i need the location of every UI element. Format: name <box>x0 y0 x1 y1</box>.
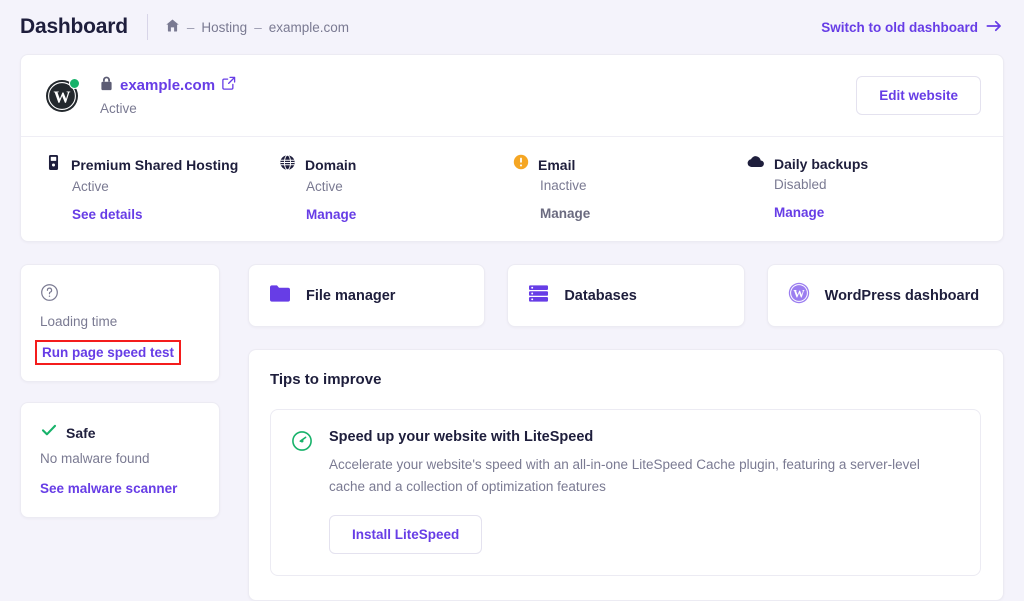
page-title: Dashboard <box>20 15 128 39</box>
malware-status-row: Safe <box>40 421 200 444</box>
right-column: File manager Databases <box>248 264 1004 601</box>
service-status: Active <box>279 179 501 194</box>
service-email: Email Inactive Manage <box>513 154 747 222</box>
service-title: Daily backups <box>774 156 868 172</box>
breadcrumb-separator-2: – <box>254 20 262 35</box>
service-header: Domain <box>279 154 501 176</box>
breadcrumb-item-current: example.com <box>269 20 349 35</box>
speedometer-icon <box>291 430 313 554</box>
tip-description: Accelerate your website's speed with an … <box>329 454 929 498</box>
check-icon <box>40 421 58 444</box>
question-circle-icon[interactable] <box>40 283 59 307</box>
switch-to-old-dashboard-link[interactable]: Switch to old dashboard <box>821 19 1002 36</box>
home-icon[interactable] <box>165 18 180 36</box>
service-status: Disabled <box>747 177 969 192</box>
breadcrumb-item-hosting[interactable]: Hosting <box>201 20 247 35</box>
breadcrumb: – Hosting – example.com <box>165 18 349 36</box>
edit-website-button[interactable]: Edit website <box>856 76 981 115</box>
tile-databases[interactable]: Databases <box>507 264 744 327</box>
tip-title: Speed up your website with LiteSpeed <box>329 429 960 445</box>
service-header: Email <box>513 154 735 175</box>
tip-item-litespeed: Speed up your website with LiteSpeed Acc… <box>270 409 981 576</box>
svg-text:W: W <box>54 87 71 106</box>
website-summary: W example.com <box>21 55 1003 137</box>
tip-body: Speed up your website with LiteSpeed Acc… <box>329 429 960 554</box>
website-status: Active <box>100 101 856 116</box>
service-hosting: Premium Shared Hosting Active See detail… <box>45 154 279 222</box>
service-action-manage-domain[interactable]: Manage <box>279 207 501 222</box>
run-page-speed-test-link[interactable]: Run page speed test <box>35 340 181 365</box>
service-action-manage-email[interactable]: Manage <box>513 206 735 221</box>
server-icon <box>45 154 62 176</box>
arrow-right-icon <box>986 19 1002 36</box>
page-header: Dashboard – Hosting – example.com Switch… <box>0 0 1024 54</box>
service-action-manage-backups[interactable]: Manage <box>747 205 969 220</box>
service-title: Premium Shared Hosting <box>71 157 238 173</box>
service-title: Email <box>538 157 575 173</box>
wordpress-logo-icon: W <box>45 79 79 113</box>
service-status: Inactive <box>513 178 735 193</box>
malware-status-subtitle: No malware found <box>40 451 200 466</box>
left-column: Loading time Run page speed test Safe No… <box>20 264 220 518</box>
services-row: Premium Shared Hosting Active See detail… <box>21 137 1003 241</box>
tips-card: Tips to improve Speed up your website wi… <box>248 349 1004 601</box>
tile-file-manager[interactable]: File manager <box>248 264 485 327</box>
service-header: Daily backups <box>747 154 969 174</box>
header-divider <box>147 14 148 40</box>
status-dot <box>69 78 80 89</box>
tile-label: File manager <box>306 288 395 304</box>
service-action-see-details[interactable]: See details <box>45 207 267 222</box>
globe-icon <box>279 154 296 176</box>
breadcrumb-separator-1: – <box>187 20 195 35</box>
lower-section: Loading time Run page speed test Safe No… <box>20 264 1004 601</box>
loading-time-icon-row <box>40 283 200 307</box>
folder-icon <box>269 284 291 308</box>
tile-wordpress-dashboard[interactable]: W WordPress dashboard <box>767 264 1004 327</box>
malware-status-card: Safe No malware found See malware scanne… <box>20 402 220 518</box>
tile-label: Databases <box>564 288 637 304</box>
website-info: example.com Active <box>100 76 856 116</box>
service-domain: Domain Active Manage <box>279 154 513 222</box>
wordpress-icon: W <box>788 282 810 309</box>
website-domain-link[interactable]: example.com <box>120 77 215 94</box>
database-icon <box>528 284 549 308</box>
service-backups: Daily backups Disabled Manage <box>747 154 981 222</box>
quick-action-tiles: File manager Databases <box>248 264 1004 327</box>
page-content: W example.com <box>0 54 1024 601</box>
cloud-icon <box>747 154 765 174</box>
loading-time-card: Loading time Run page speed test <box>20 264 220 382</box>
service-status: Active <box>45 179 267 194</box>
loading-time-label: Loading time <box>40 314 200 329</box>
switch-to-old-dashboard-label: Switch to old dashboard <box>821 20 978 35</box>
install-litespeed-button[interactable]: Install LiteSpeed <box>329 515 482 554</box>
service-title: Domain <box>305 157 356 173</box>
tile-label: WordPress dashboard <box>825 288 979 304</box>
malware-status-title: Safe <box>66 425 96 441</box>
service-header: Premium Shared Hosting <box>45 154 267 176</box>
tips-heading: Tips to improve <box>270 371 981 388</box>
external-link-icon[interactable] <box>222 76 236 95</box>
svg-text:W: W <box>793 289 805 301</box>
website-domain-row: example.com <box>100 76 856 96</box>
website-card: W example.com <box>20 54 1004 242</box>
see-malware-scanner-link[interactable]: See malware scanner <box>40 481 177 496</box>
lock-icon <box>100 76 113 96</box>
warning-icon <box>513 154 529 175</box>
